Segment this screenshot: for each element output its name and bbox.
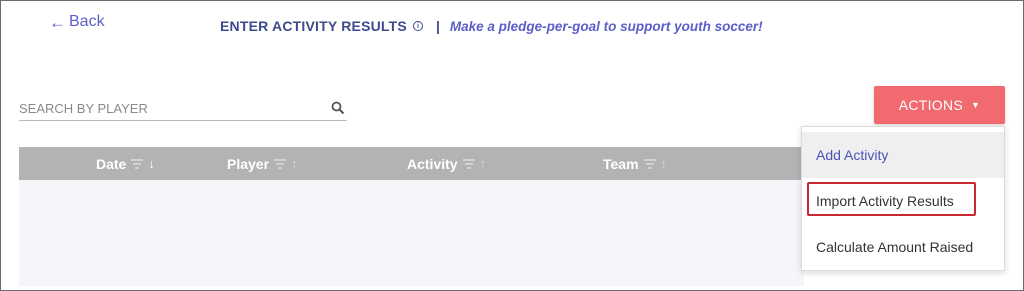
table-header: Date ↓ Player ↑ Activity ↑ Team ↑ (19, 147, 804, 180)
filter-icon[interactable] (131, 158, 144, 169)
pledge-promo-link[interactable]: Make a pledge-per-goal to support youth … (450, 19, 763, 34)
sort-ascending-icon[interactable]: ↑ (291, 157, 298, 170)
app-frame: ← Back ENTER ACTIVITY RESULTS i | Make a… (0, 0, 1024, 291)
menu-item-label: Import Activity Results (816, 193, 954, 209)
actions-button[interactable]: ACTIONS ▼ (874, 86, 1005, 124)
caret-down-icon: ▼ (971, 100, 981, 110)
header-separator: | (435, 18, 440, 34)
search-input[interactable] (19, 97, 331, 119)
search-icon[interactable] (331, 101, 345, 115)
column-player[interactable]: Player ↑ (227, 147, 298, 180)
back-label: Back (69, 13, 105, 30)
filter-icon[interactable] (643, 158, 656, 169)
menu-item-label: Calculate Amount Raised (816, 239, 974, 255)
sort-ascending-icon[interactable]: ↑ (480, 157, 487, 170)
column-team[interactable]: Team ↑ (603, 147, 667, 180)
column-player-label: Player (227, 155, 270, 172)
search-bar (19, 96, 347, 121)
column-activity-label: Activity (407, 155, 458, 172)
filter-icon[interactable] (274, 158, 287, 169)
table-body (19, 180, 804, 286)
actions-dropdown-menu: Add Activity Import Activity Results Cal… (801, 126, 1005, 271)
back-link[interactable]: ← Back (49, 13, 105, 31)
arrow-left-icon: ← (49, 12, 66, 32)
column-activity[interactable]: Activity ↑ (407, 147, 486, 180)
column-team-label: Team (603, 155, 639, 172)
page-header: ENTER ACTIVITY RESULTS i | Make a pledge… (220, 18, 763, 34)
filter-icon[interactable] (462, 158, 475, 169)
column-date-label: Date (96, 155, 127, 172)
menu-item-import-activity-results[interactable]: Import Activity Results (802, 178, 1004, 224)
menu-item-calculate-amount-raised[interactable]: Calculate Amount Raised (802, 224, 1004, 270)
actions-label: ACTIONS (898, 97, 964, 113)
menu-item-add-activity[interactable]: Add Activity (802, 132, 1004, 178)
menu-item-label: Add Activity (816, 147, 889, 163)
sort-ascending-icon[interactable]: ↑ (661, 157, 668, 170)
sort-descending-icon[interactable]: ↓ (148, 157, 155, 170)
page-title: ENTER ACTIVITY RESULTS (220, 18, 407, 34)
info-icon[interactable]: i (412, 21, 423, 31)
column-date[interactable]: Date ↓ (96, 147, 155, 180)
